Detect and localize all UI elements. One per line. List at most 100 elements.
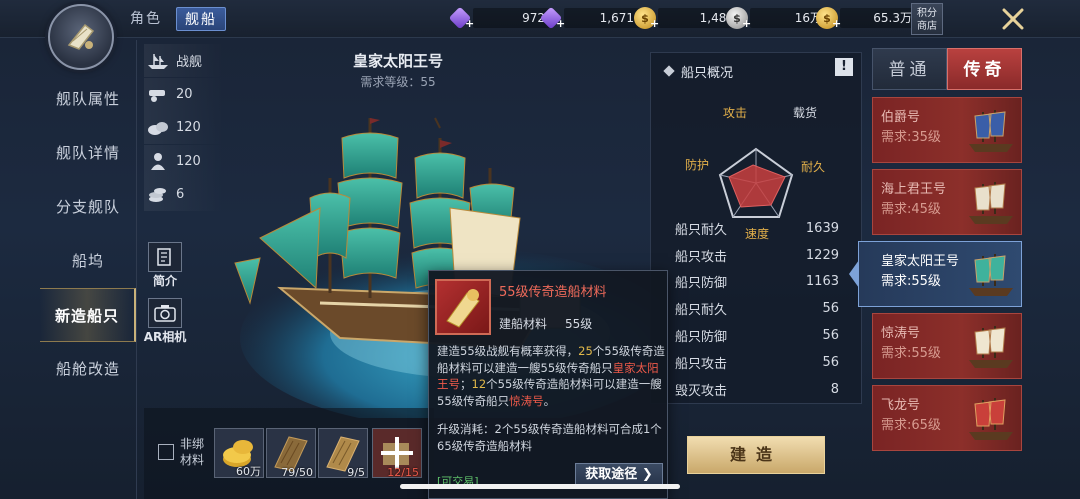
sidebar-item-dock[interactable]: 船坞 <box>40 234 136 288</box>
ship-menu-badge-icon[interactable] <box>48 4 114 70</box>
ship-stats-column: 战舰 20 120 120 6 <box>144 44 224 212</box>
book-icon <box>148 242 182 272</box>
ship-overview-panel: 船只概况 ! 攻击 载货 防护 耐久 速度 船只耐久 1639 船只攻击 1229 … <box>650 52 862 404</box>
add-icon: + <box>465 17 475 30</box>
stat-cost: 6 <box>144 178 224 211</box>
scroll-map-icon <box>67 23 95 50</box>
table-row: 船只防御 1163 <box>651 269 863 296</box>
upgrade-highlight: 2 <box>494 422 502 436</box>
material-quantity: 60万 <box>236 465 261 478</box>
material-quantity: 9/5 <box>347 466 365 479</box>
material-slot[interactable]: 79/50 <box>266 428 316 479</box>
sidebar-item-new-ship[interactable]: 新造船只 <box>40 288 136 342</box>
add-icon: + <box>832 17 842 30</box>
stat-cannons: 20 <box>144 77 224 111</box>
tab-legendary[interactable]: 传奇 <box>947 48 1022 90</box>
desc-ship-link: 惊涛号 <box>509 393 544 408</box>
table-row: 船只防御 56 <box>651 322 863 349</box>
stat-sailors: 120 <box>144 144 224 178</box>
sidebar-item-fleet-attributes[interactable]: 舰队属性 <box>40 72 136 126</box>
ship-name: 皇家太阳王号 <box>352 52 443 70</box>
shop-label-line1: 积分 <box>917 8 937 19</box>
ship-list: 伯爵号 需求:35级 海上君王号 需求:45级 皇家太阳王号 需求:55级 惊涛… <box>849 97 1022 457</box>
material-quantity: 79/50 <box>281 466 313 479</box>
stat-value: 6 <box>176 187 185 202</box>
desc-text: ； <box>460 377 472 391</box>
ship-list-item[interactable]: 惊涛号 需求:55级 <box>872 313 1022 379</box>
sidebar-item-fleet-details[interactable]: 舰队详情 <box>40 126 136 180</box>
desc-text: 建造55级战舰有概率获得， <box>437 344 579 358</box>
tooltip-description: 建造55级战舰有概率获得，25个55级传奇造船材料可以建造一艘55级传奇船只皇家… <box>437 343 665 409</box>
ship-list-item-selected[interactable]: 皇家太阳王号 需求:55级 <box>849 241 1022 307</box>
points-shop-button[interactable]: 积分 商店 <box>911 3 943 35</box>
currency-value: 1,671 <box>564 8 642 28</box>
intro-label: 简介 <box>152 274 177 288</box>
ar-camera-button[interactable]: AR相机 <box>140 298 190 345</box>
sidebar-item-branch-fleet[interactable]: 分支舰队 <box>40 180 136 234</box>
material-slot[interactable]: 9/5 <box>318 428 368 479</box>
overview-stats-table: 船只耐久 1639 船只攻击 1229 船只防御 1163 船只耐久 56 船只防御 56… <box>651 215 863 403</box>
top-tabs: 角色 舰船 <box>122 7 226 31</box>
cargo-icon <box>148 121 168 135</box>
ar-camera-label: AR相机 <box>143 330 187 344</box>
legend-material-icon <box>435 279 491 335</box>
desc-highlight: 25 <box>578 344 593 358</box>
stat-value: 120 <box>176 120 201 135</box>
diamond-bullet-icon <box>663 65 675 77</box>
material-slot[interactable]: 60万 <box>214 428 264 478</box>
ship-list-item[interactable]: 伯爵号 需求:35级 <box>872 97 1022 163</box>
rarity-tabs: 普通 传奇 <box>872 48 1022 90</box>
add-icon: + <box>556 17 566 30</box>
stat-value: 战舰 <box>176 55 203 70</box>
sailor-icon <box>151 153 165 170</box>
stat-cargo: 120 <box>144 111 224 144</box>
close-button[interactable] <box>998 4 1028 34</box>
label-line: 非绑 <box>180 437 205 451</box>
row-label: 毁灭攻击 <box>675 383 728 399</box>
sidebar-item-cabin-refit[interactable]: 船舱改造 <box>40 342 136 396</box>
row-value: 8 <box>830 381 839 397</box>
add-icon: + <box>650 17 660 30</box>
row-label: 船只防御 <box>675 276 728 292</box>
tab-normal[interactable]: 普通 <box>872 48 947 90</box>
stat-value: 120 <box>176 153 201 169</box>
row-value: 56 <box>822 301 839 317</box>
table-row: 船只耐久 56 <box>651 295 863 322</box>
row-value: 56 <box>822 354 839 370</box>
home-indicator[interactable] <box>400 484 680 489</box>
radar-label-durability: 耐久 <box>801 160 825 174</box>
tab-character[interactable]: 角色 <box>122 7 170 31</box>
tooltip-type: 建船材料 <box>499 317 548 331</box>
ship-thumbnail-icon <box>969 110 1013 152</box>
ship-list-item[interactable]: 飞龙号 需求:65级 <box>872 385 1022 451</box>
row-label: 船只耐久 <box>675 303 728 319</box>
upgrade-text: 升级消耗： <box>437 422 495 436</box>
unbound-material-checkbox[interactable] <box>158 444 174 460</box>
ship-list-item[interactable]: 海上君王号 需求:45级 <box>872 169 1022 235</box>
shop-label-line2: 商店 <box>917 21 937 32</box>
camera-icon <box>148 298 182 328</box>
sidebar-nav: 舰队属性 舰队详情 分支舰队 船坞 新造船只 船舱改造 <box>40 72 136 396</box>
material-tooltip: 55级传奇造船材料 建船材料 55级 建造55级战舰有概率获得，25个55级传奇… <box>428 270 668 499</box>
currency-purple-gem[interactable]: + 972 <box>448 6 553 30</box>
close-icon <box>1002 8 1024 30</box>
build-button[interactable]: 建造 <box>687 436 825 474</box>
table-row: 船只攻击 1229 <box>651 242 863 269</box>
ship-thumbnail-icon <box>969 398 1013 440</box>
currency-silver[interactable]: $ + 16万 <box>726 7 830 30</box>
ship-thumbnail-icon <box>969 182 1013 224</box>
unbound-material-label: 非绑 材料 <box>180 436 204 468</box>
material-slot[interactable]: 12/15 <box>372 428 422 479</box>
info-button[interactable]: ! <box>835 58 853 76</box>
warship-icon <box>148 53 168 69</box>
overview-title: 船只概况 <box>681 65 734 81</box>
row-value: 1229 <box>805 247 839 263</box>
tab-ship[interactable]: 舰船 <box>176 7 226 31</box>
currency-bound-gem[interactable]: + 1,671 <box>539 6 642 30</box>
intro-button[interactable]: 简介 <box>146 242 184 289</box>
button-label: 获取途径 <box>585 467 638 482</box>
tooltip-upgrade-cost: 升级消耗：2个55级传奇造船材料可合成1个65级传奇造船材料 <box>437 421 665 454</box>
currency-gold-stack[interactable]: $ + 65.3万 <box>816 7 920 30</box>
stat-value: 20 <box>176 86 193 102</box>
radar-label-protection: 防护 <box>685 157 709 172</box>
